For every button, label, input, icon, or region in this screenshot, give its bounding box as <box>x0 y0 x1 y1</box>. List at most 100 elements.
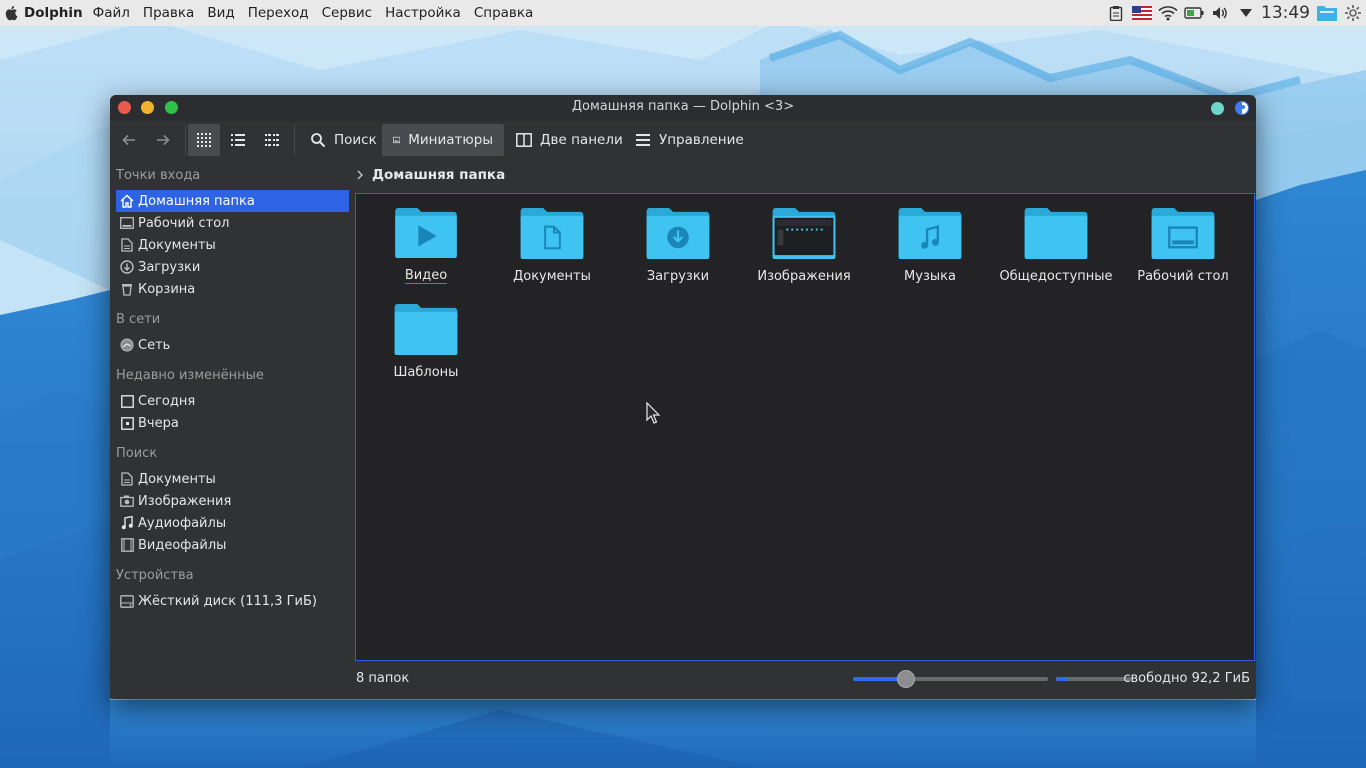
folder-icon <box>394 304 458 355</box>
search-audio[interactable]: Аудиофайлы <box>116 512 349 534</box>
window-titlebar[interactable]: Домашняя папка — Dolphin <3> <box>110 95 1256 121</box>
wifi-icon[interactable] <box>1155 0 1181 26</box>
folder-item-video[interactable]: Видео <box>364 194 488 284</box>
search-section-heading: Поиск <box>116 446 158 461</box>
folder-item-downloads[interactable]: Загрузки <box>616 194 740 284</box>
menu-file[interactable]: Файл <box>93 5 130 21</box>
place-desktop[interactable]: Рабочий стол <box>116 212 349 234</box>
dropdown-arrow-icon[interactable] <box>1233 0 1259 26</box>
apple-icon[interactable] <box>0 0 24 26</box>
breadcrumb-current[interactable]: Домашняя папка <box>372 167 505 183</box>
folder-label: Загрузки <box>646 269 710 284</box>
place-home[interactable]: Домашняя папка <box>116 190 349 212</box>
calendar-today-icon <box>116 390 138 412</box>
split-view-label: Две панели <box>540 132 623 148</box>
place-network[interactable]: Сеть <box>116 334 349 356</box>
menu-view[interactable]: Вид <box>207 5 234 21</box>
breadcrumb[interactable]: Домашняя папка <box>356 165 505 185</box>
places-panel: Точки входа Домашняя папка Рабочий стол … <box>110 159 350 679</box>
calendar-yesterday-icon <box>116 412 138 434</box>
folder-item-documents[interactable]: Документы <box>490 194 614 284</box>
toolbar-separator <box>294 125 295 155</box>
free-space-text: свободно 92,2 ГиБ <box>1123 671 1250 686</box>
menu-help[interactable]: Справка <box>474 5 533 21</box>
folder-label: Шаблоны <box>393 365 459 380</box>
preview-button[interactable]: Миниатюры <box>382 124 504 156</box>
battery-icon[interactable] <box>1181 0 1207 26</box>
status-bar: 8 папок свободно 92,2 ГиБ <box>110 667 1256 691</box>
control-menu-button[interactable]: Управление <box>629 124 750 156</box>
search-images[interactable]: Изображения <box>116 490 349 512</box>
icons-view-icon <box>197 133 211 147</box>
menu-tools[interactable]: Сервис <box>322 5 372 21</box>
search-button-label: Поиск <box>334 132 377 148</box>
folder-documents-icon <box>520 208 584 259</box>
folder-label: Видео <box>404 268 448 284</box>
place-label: Вчера <box>138 415 179 431</box>
place-label: Корзина <box>138 281 196 297</box>
details-view-button[interactable] <box>222 124 254 156</box>
folder-label: Музыка <box>904 269 956 284</box>
app-menu-icon[interactable] <box>1235 101 1249 119</box>
folder-music-icon <box>898 208 962 259</box>
menu-settings[interactable]: Настройка <box>385 5 461 21</box>
folder-label: Общедоступные <box>999 269 1113 284</box>
folder-icon <box>1024 208 1088 259</box>
icons-view-button[interactable] <box>188 124 220 156</box>
forward-button[interactable] <box>150 124 176 156</box>
compact-view-button[interactable] <box>256 124 288 156</box>
us-flag-icon[interactable] <box>1129 0 1155 26</box>
place-label: Сегодня <box>138 393 196 409</box>
clipboard-icon[interactable] <box>1103 0 1129 26</box>
volume-icon[interactable] <box>1207 0 1233 26</box>
place-downloads[interactable]: Загрузки <box>116 256 349 278</box>
arrow-left-icon <box>122 134 135 146</box>
trash-icon <box>116 278 138 300</box>
split-view-button[interactable]: Две панели <box>510 124 629 156</box>
documents-icon <box>116 468 138 490</box>
app-name[interactable]: Dolphin <box>24 5 83 21</box>
place-today[interactable]: Сегодня <box>116 390 349 412</box>
devices-section-heading: Устройства <box>116 568 194 583</box>
place-label: Изображения <box>138 493 232 509</box>
folder-label: Рабочий стол <box>1137 269 1229 284</box>
film-icon <box>116 534 138 556</box>
network-section-heading: В сети <box>116 312 161 327</box>
place-label: Видеофайлы <box>138 537 227 553</box>
device-hard-drive[interactable]: Жёсткий диск (111,3 ГиБ) <box>116 590 349 612</box>
keep-above-button[interactable] <box>1211 102 1224 115</box>
home-icon <box>116 190 138 212</box>
menu-edit[interactable]: Правка <box>143 5 194 21</box>
folder-label: Документы <box>513 269 591 284</box>
clock[interactable]: 13:49 <box>1261 3 1310 23</box>
search-video[interactable]: Видеофайлы <box>116 534 349 556</box>
search-button[interactable]: Поиск <box>304 124 383 156</box>
folder-item-templates[interactable]: Шаблоны <box>364 290 488 380</box>
folder-item-pictures[interactable]: Изображения <box>742 194 866 284</box>
downloads-icon <box>116 256 138 278</box>
hamburger-menu-icon <box>636 134 650 146</box>
folder-item-public[interactable]: Общедоступные <box>994 194 1118 284</box>
status-text: 8 папок <box>356 671 410 686</box>
zoom-slider-handle[interactable] <box>896 670 915 688</box>
menu-go[interactable]: Переход <box>248 5 309 21</box>
control-menu-label: Управление <box>659 132 744 148</box>
compact-view-icon <box>265 134 279 146</box>
folder-item-desktop[interactable]: Рабочий стол <box>1121 194 1245 284</box>
search-documents[interactable]: Документы <box>116 468 349 490</box>
back-button[interactable] <box>116 124 142 156</box>
place-trash[interactable]: Корзина <box>116 278 349 300</box>
folder-tray-icon[interactable] <box>1314 0 1340 26</box>
music-note-icon <box>116 512 138 534</box>
toolbar-separator <box>185 125 186 155</box>
zoom-slider[interactable] <box>853 670 1048 688</box>
gear-icon[interactable] <box>1340 0 1366 26</box>
place-yesterday[interactable]: Вчера <box>116 412 349 434</box>
place-documents[interactable]: Документы <box>116 234 349 256</box>
preview-button-label: Миниатюры <box>408 132 493 148</box>
system-tray: 13:49 <box>1103 0 1366 26</box>
place-label: Документы <box>138 237 216 253</box>
folder-item-music[interactable]: Музыка <box>868 194 992 284</box>
camera-icon <box>116 490 138 512</box>
file-view[interactable]: Видео Документы Загрузки Изображения Муз… <box>355 193 1255 661</box>
